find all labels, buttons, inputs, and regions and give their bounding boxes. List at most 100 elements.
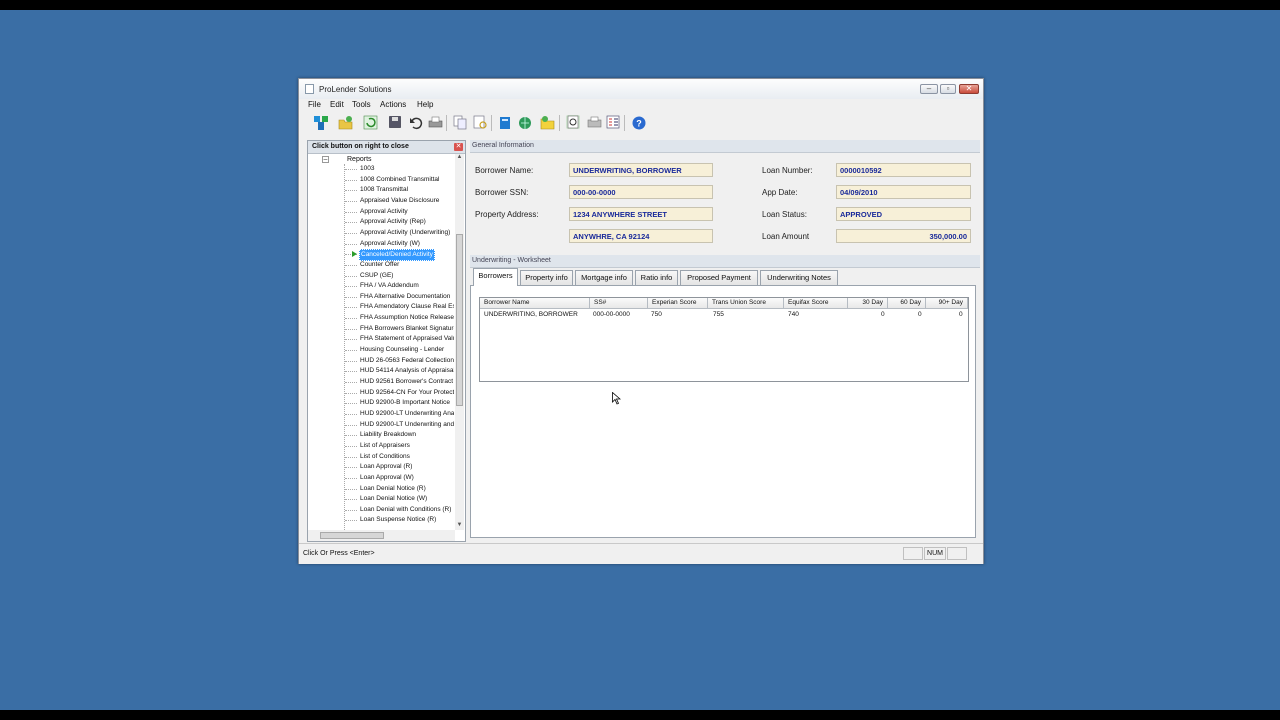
address-line2-field[interactable]: ANYWHRE, CA 92124	[569, 229, 713, 243]
tree-item[interactable]: HUD 92900-LT Underwriting Analysis	[360, 409, 454, 419]
menu-tools[interactable]: Tools	[352, 100, 371, 109]
borrower-name-field[interactable]: UNDERWRITING, BORROWER	[569, 163, 713, 177]
collapse-toggle[interactable]: –	[322, 156, 329, 163]
tree-item[interactable]: Loan Denial Notice (R)	[360, 484, 454, 494]
maximize-button[interactable]: ▫	[940, 84, 956, 94]
col-trans-union-score[interactable]: Trans Union Score	[708, 298, 784, 309]
copy-icon[interactable]	[453, 115, 467, 130]
tree-item[interactable]: FHA Assumption Notice Release	[360, 313, 454, 323]
cell-experian: 750	[651, 311, 662, 318]
cell-60-day: 0	[918, 311, 922, 318]
panel-header-text: Click button on right to close	[312, 143, 409, 150]
tab-underwriting-notes[interactable]: Underwriting Notes	[760, 270, 838, 285]
col-ssn[interactable]: SS#	[590, 298, 648, 309]
tab-mortgage-info[interactable]: Mortgage info	[575, 270, 633, 285]
tree-item[interactable]: Liability Breakdown	[360, 430, 454, 440]
tree-item[interactable]: Appraised Value Disclosure	[360, 196, 454, 206]
tree-item[interactable]: HUD 92564-CN For Your Protection	[360, 388, 454, 398]
print-icon[interactable]	[428, 115, 443, 129]
save-icon[interactable]	[388, 115, 402, 129]
tree-item[interactable]: FHA Borrowers Blanket Signature	[360, 324, 454, 334]
preview-icon[interactable]	[566, 115, 580, 129]
app-date-field[interactable]: 04/09/2010	[836, 185, 971, 199]
book-icon[interactable]	[498, 115, 512, 129]
tab-ratio-info[interactable]: Ratio info	[635, 270, 678, 285]
tree-item[interactable]: HUD 92561 Borrower's Contract	[360, 377, 454, 387]
tree-item[interactable]: 1008 Combined Transmittal	[360, 175, 454, 185]
tree-item[interactable]: Approval Activity (W)	[360, 239, 454, 249]
borrower-ssn-label: Borrower SSN:	[475, 188, 529, 197]
globe-icon[interactable]	[518, 115, 532, 129]
tab-borrowers[interactable]: Borrowers	[473, 268, 518, 286]
col-30-day[interactable]: 30 Day	[848, 298, 888, 309]
loan-number-label: Loan Number:	[762, 166, 813, 175]
col-90-day[interactable]: 90+ Day	[926, 298, 968, 309]
scroll-thumb[interactable]	[456, 234, 463, 406]
address-line1-field[interactable]: 1234 ANYWHERE STREET	[569, 207, 713, 221]
col-equifax-score[interactable]: Equifax Score	[784, 298, 848, 309]
folder-icon[interactable]	[540, 115, 555, 130]
tree-item[interactable]: Counter Offer	[360, 260, 454, 270]
close-panel-button[interactable]: ✕	[454, 143, 463, 151]
tree-item[interactable]: Approval Activity (Rep)	[360, 217, 454, 227]
tree-item[interactable]: Approval Activity (Underwriting)	[360, 228, 454, 238]
checklist-icon[interactable]	[606, 115, 620, 129]
tree-item[interactable]: Approval Activity	[360, 207, 454, 217]
menu-actions[interactable]: Actions	[380, 100, 406, 109]
tree-item[interactable]: FHA Statement of Appraised Value	[360, 334, 454, 344]
help-icon[interactable]: ?	[632, 115, 646, 130]
close-button[interactable]: ✕	[959, 84, 979, 94]
borrowers-grid: Borrower Name SS# Experian Score Trans U…	[479, 297, 969, 382]
scroll-up-icon[interactable]: ▲	[456, 154, 463, 161]
tab-proposed-payment[interactable]: Proposed Payment	[680, 270, 758, 285]
menu-file[interactable]: File	[308, 100, 321, 109]
panel-header: Click button on right to close ✕	[308, 141, 465, 154]
tree-root-reports[interactable]: Reports	[347, 156, 372, 163]
loan-number-field[interactable]: 0000010592	[836, 163, 971, 177]
hscroll-thumb[interactable]	[320, 532, 384, 539]
tree-item[interactable]: Loan Approval (W)	[360, 473, 454, 483]
loan-amount-field[interactable]: 350,000.00	[836, 229, 971, 243]
title-bar[interactable]: ProLender Solutions – ▫ ✕	[299, 79, 983, 99]
tree-item[interactable]: Housing Counseling - Lender	[360, 345, 454, 355]
tree-item[interactable]: HUD 92900-LT Underwriting and Transmitta…	[360, 420, 454, 430]
tree-vertical-scrollbar[interactable]: ▲ ▼	[455, 154, 464, 530]
open-folder-icon[interactable]	[338, 115, 353, 130]
app-window: ProLender Solutions – ▫ ✕ File Edit Tool…	[298, 78, 984, 564]
borrower-ssn-field[interactable]: 000-00-0000	[569, 185, 713, 199]
tree-item[interactable]: Loan Denial Notice (W)	[360, 494, 454, 504]
tree-item[interactable]: CSUP (GE)	[360, 271, 454, 281]
cell-30-day: 0	[881, 311, 885, 318]
menu-bar: File Edit Tools Actions Help	[299, 99, 983, 111]
tree-item[interactable]: FHA / VA Addendum	[360, 281, 454, 291]
tree-item[interactable]: HUD 92900-B Important Notice	[360, 398, 454, 408]
users-icon[interactable]	[313, 115, 328, 130]
tree-item[interactable]: FHA Amendatory Clause Real Estate	[360, 302, 454, 312]
menu-help[interactable]: Help	[417, 100, 433, 109]
search-doc-icon[interactable]	[473, 115, 487, 129]
col-borrower-name[interactable]: Borrower Name	[480, 298, 590, 309]
col-60-day[interactable]: 60 Day	[888, 298, 926, 309]
tree-item[interactable]: Loan Denial with Conditions (R)	[360, 505, 454, 515]
tree-item[interactable]: HUD 54114 Analysis of Appraisal	[360, 366, 454, 376]
tree-item[interactable]: 1003	[360, 164, 454, 174]
tree-item[interactable]: FHA Alternative Documentation	[360, 292, 454, 302]
scroll-down-icon[interactable]: ▼	[456, 522, 463, 529]
tree-item[interactable]: 1008 Transmittal	[360, 185, 454, 195]
minimize-button[interactable]: –	[920, 84, 938, 94]
status-text: Click Or Press <Enter>	[303, 550, 375, 557]
col-experian-score[interactable]: Experian Score	[648, 298, 708, 309]
tree-item[interactable]: List of Conditions	[360, 452, 454, 462]
tree-item[interactable]: Loan Suspense Notice (R)	[360, 515, 454, 525]
tree-item[interactable]: Loan Approval (R)	[360, 462, 454, 472]
printer-icon[interactable]	[587, 115, 602, 129]
loan-status-field[interactable]: APPROVED	[836, 207, 971, 221]
refresh-icon[interactable]	[363, 115, 378, 130]
tree-item[interactable]: HUD 26-0563 Federal Collection	[360, 356, 454, 366]
menu-edit[interactable]: Edit	[330, 100, 344, 109]
tree-horizontal-scrollbar[interactable]	[308, 530, 455, 541]
undo-icon[interactable]	[408, 115, 423, 130]
reports-tree: – Reports 1003 1008 Combined Transmittal 1…	[308, 154, 455, 530]
tree-item[interactable]: List of Appraisers	[360, 441, 454, 451]
tab-property-info[interactable]: Property info	[520, 270, 573, 285]
